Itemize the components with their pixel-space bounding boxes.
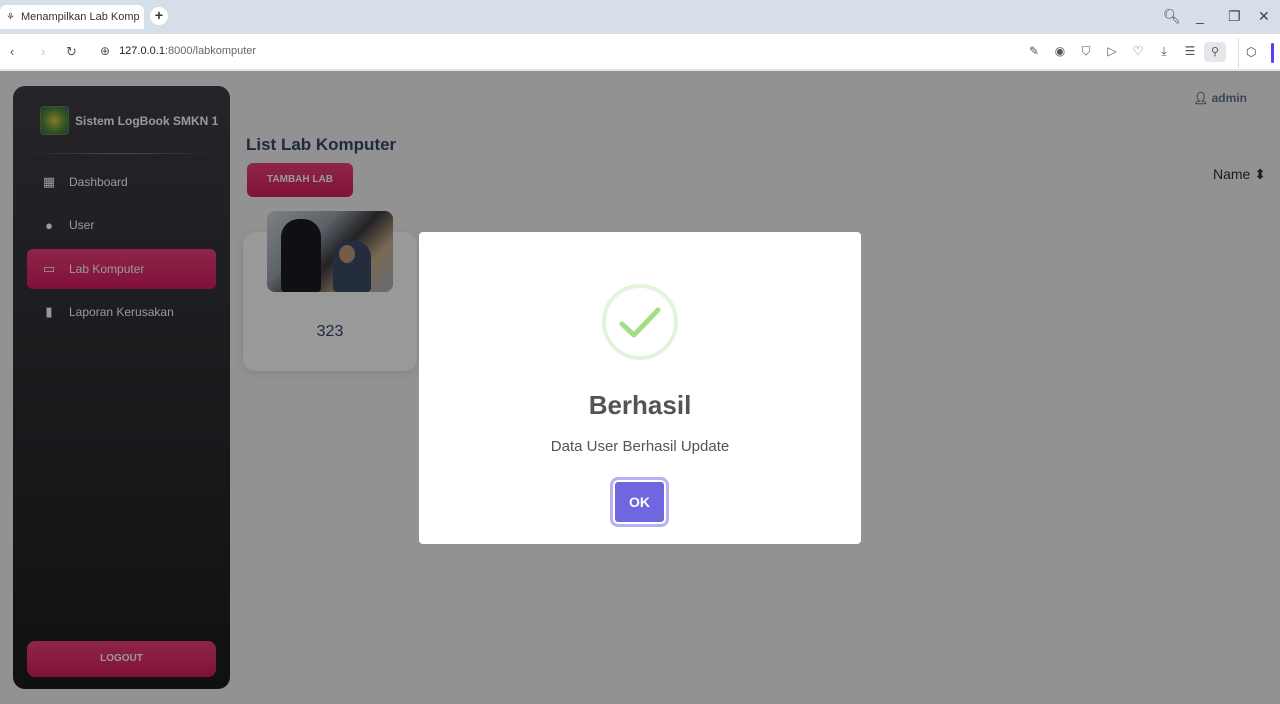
sidebar-handle[interactable]: [1271, 43, 1274, 63]
dialog-message: Data User Berhasil Update: [550, 438, 730, 455]
settings-sliders-icon[interactable]: ☰: [1182, 44, 1198, 58]
browser-tabbar: ⚘ Menampilkan Lab Kompu + 🔍︎ _ ❐ ✕: [0, 0, 1280, 34]
success-check-icon: [602, 284, 678, 360]
heart-icon[interactable]: ♡: [1130, 44, 1146, 58]
camera-icon[interactable]: ◉: [1052, 44, 1068, 58]
browser-tab[interactable]: ⚘ Menampilkan Lab Kompu: [0, 5, 144, 29]
download-icon[interactable]: ⤓: [1156, 44, 1172, 59]
dialog-title: Berhasil: [588, 390, 692, 420]
url-host: 127.0.0.1: [119, 45, 165, 57]
edit-icon[interactable]: ✎: [1026, 44, 1042, 58]
url-path: :8000/labkomputer: [164, 45, 257, 57]
close-window-button[interactable]: ✕: [1258, 8, 1270, 25]
ok-button[interactable]: OK: [613, 480, 666, 524]
success-dialog: Berhasil Data User Berhasil Update OK: [419, 232, 861, 544]
reload-button[interactable]: ↻: [66, 44, 77, 60]
shield-icon[interactable]: ⛉: [1078, 44, 1094, 59]
browser-toolbar: ‹ › ↻ ⊕ 127.0.0.1:8000/labkomputer ✎ ◉ ⛉…: [0, 34, 1280, 70]
minimize-button[interactable]: _: [1196, 8, 1204, 24]
tab-title: Menampilkan Lab Kompu: [21, 11, 139, 23]
new-tab-button[interactable]: +: [150, 7, 168, 25]
search-tabs-icon[interactable]: 🔍︎: [1163, 8, 1181, 25]
forward-button[interactable]: ›: [41, 44, 45, 59]
page-favicon-icon: ⚘: [6, 11, 15, 23]
cube-icon[interactable]: ⬡: [1246, 45, 1256, 59]
site-info-icon[interactable]: ⊕: [100, 44, 110, 58]
play-icon[interactable]: ▷: [1104, 44, 1120, 58]
address-field[interactable]: ⊕ 127.0.0.1:8000/labkomputer: [100, 44, 256, 58]
profile-icon[interactable]: ⚲: [1204, 42, 1226, 62]
restore-button[interactable]: ❐: [1228, 8, 1241, 25]
back-button[interactable]: ‹: [10, 44, 14, 59]
extensions-area: ⬡: [1238, 38, 1280, 68]
